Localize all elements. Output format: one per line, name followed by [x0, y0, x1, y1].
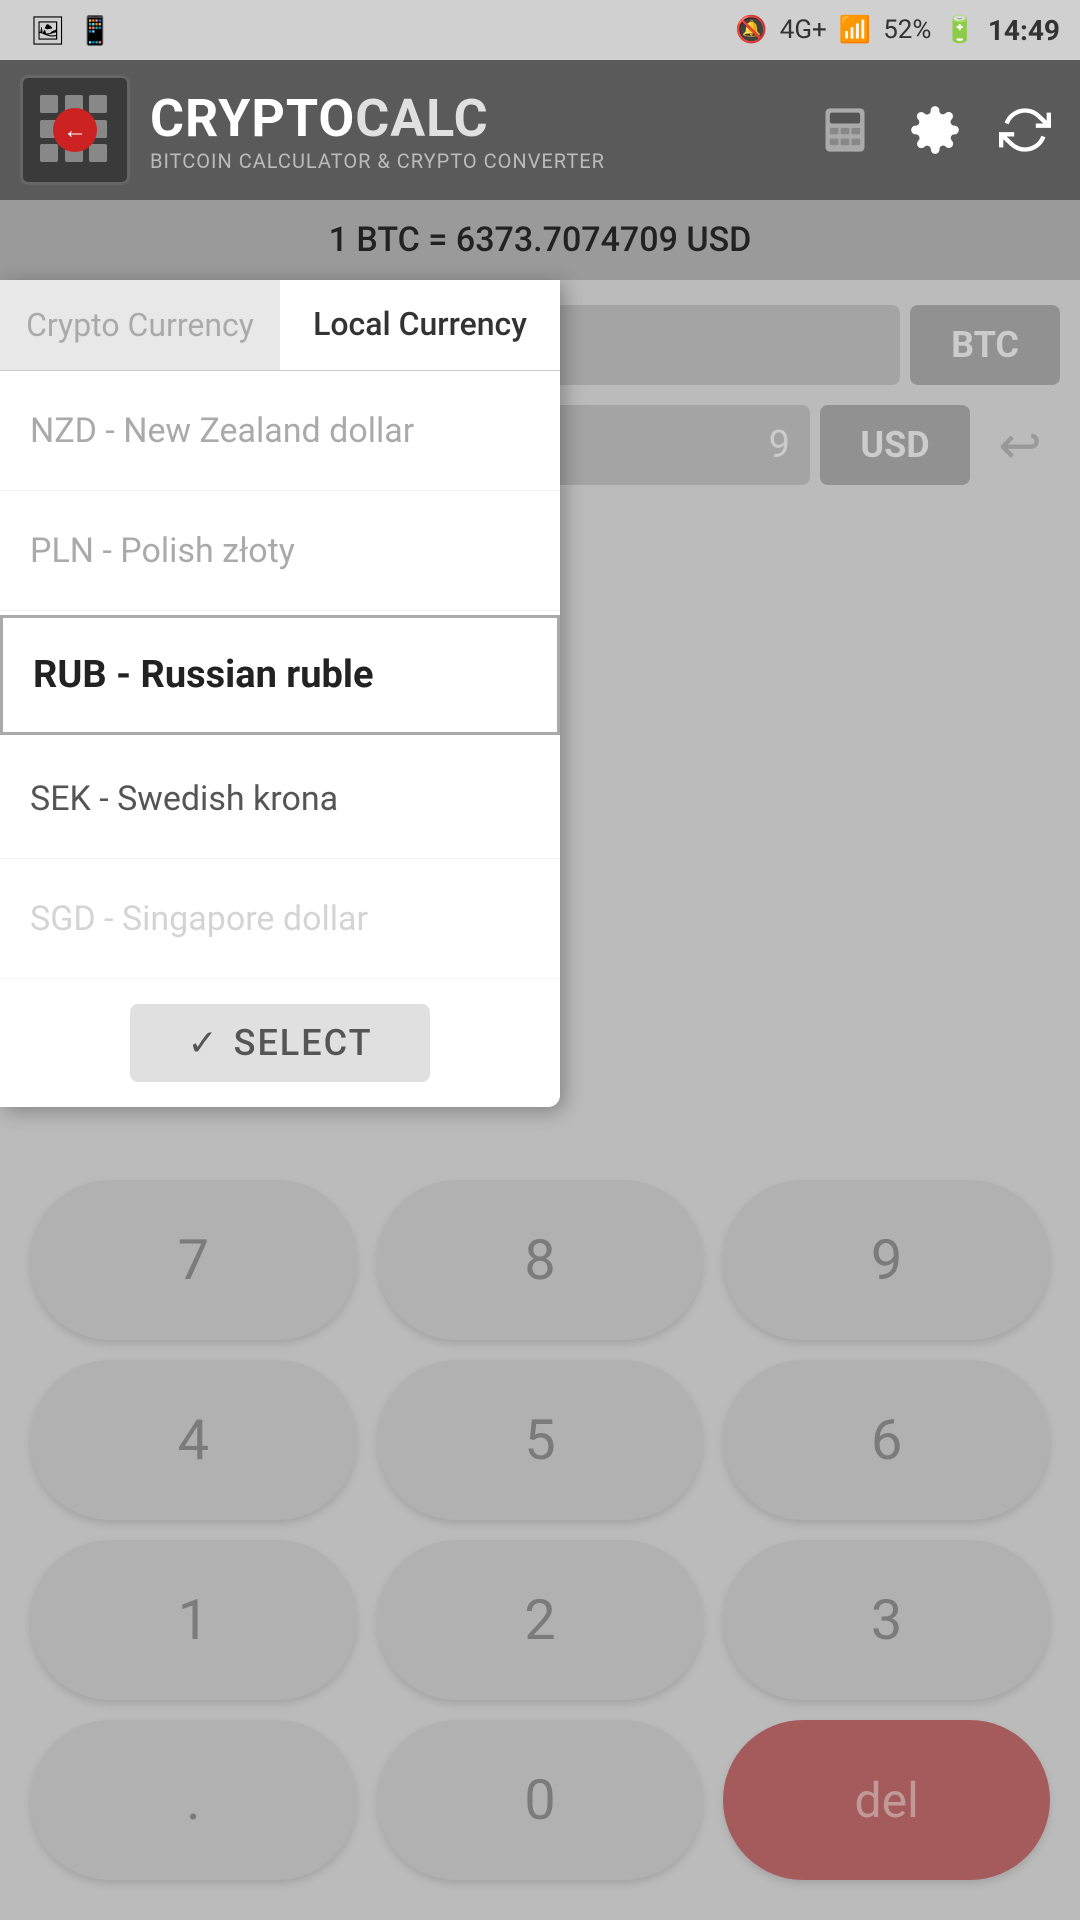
header-icons — [810, 95, 1060, 165]
crypto-part: CRYPTO — [150, 88, 355, 149]
settings-icon — [909, 104, 961, 156]
list-item-nzd[interactable]: NZD - New Zealand dollar — [0, 371, 560, 491]
status-right: 🔕 4G+ 📶 52% 🔋 14:49 — [735, 14, 1060, 47]
battery-icon: 🔋 — [943, 15, 975, 45]
tab-crypto-currency[interactable]: Crypto Currency — [0, 280, 280, 370]
modal-tabs: Crypto Currency Local Currency — [0, 280, 560, 371]
main-area: BTC 9 USD ↩ 7 8 9 4 5 6 1 2 3 . 0 del — [0, 280, 1080, 1920]
list-item-pln[interactable]: PLN - Polish złoty — [0, 491, 560, 611]
list-item-rub[interactable]: RUB - Russian ruble — [0, 615, 560, 735]
image-icon: 🖼 — [30, 14, 66, 47]
app-logo: ← — [20, 75, 130, 185]
select-label: SELECT — [234, 1022, 373, 1064]
refresh-icon — [999, 104, 1051, 156]
settings-button[interactable] — [900, 95, 970, 165]
tab-local-currency[interactable]: Local Currency — [280, 280, 560, 370]
time-label: 14:49 — [988, 14, 1060, 47]
app-subtitle: BITCOIN CALCULATOR & CRYPTO CONVERTER — [150, 149, 605, 173]
status-bar: 🖼 📱 🔕 4G+ 📶 52% 🔋 14:49 — [0, 0, 1080, 60]
mute-icon: 🔕 — [735, 15, 767, 45]
select-button[interactable]: ✓ SELECT — [130, 1004, 430, 1082]
battery-label: 52% — [883, 15, 931, 45]
checkmark-icon: ✓ — [187, 1022, 217, 1064]
list-item-sek[interactable]: SEK - Swedish krona — [0, 739, 560, 859]
calculator-icon — [819, 104, 871, 156]
signal-icon: 📶 — [839, 15, 871, 45]
rate-text: 1 BTC = 6373.7074709 USD — [329, 220, 752, 260]
app-title-block: CRYPTOCALC BITCOIN CALCULATOR & CRYPTO C… — [150, 88, 605, 173]
rate-bar: 1 BTC = 6373.7074709 USD — [0, 200, 1080, 280]
currency-list: NZD - New Zealand dollar PLN - Polish zł… — [0, 371, 560, 979]
calc-part: CALC — [355, 88, 488, 149]
network-label: 4G+ — [780, 15, 827, 45]
app-header: ← CRYPTOCALC BITCOIN CALCULATOR & CRYPTO… — [0, 60, 1080, 200]
select-button-area: ✓ SELECT — [0, 979, 560, 1107]
list-item-sgd[interactable]: SGD - Singapore dollar — [0, 859, 560, 979]
currency-dropdown-modal: Crypto Currency Local Currency NZD - New… — [0, 280, 560, 1107]
logo-arrow-icon: ← — [53, 108, 97, 152]
status-left-icons: 🖼 📱 — [30, 14, 112, 47]
app-name: CRYPTOCALC — [150, 88, 605, 149]
phone-icon: 📱 — [78, 14, 113, 47]
refresh-button[interactable] — [990, 95, 1060, 165]
calculator-button[interactable] — [810, 95, 880, 165]
